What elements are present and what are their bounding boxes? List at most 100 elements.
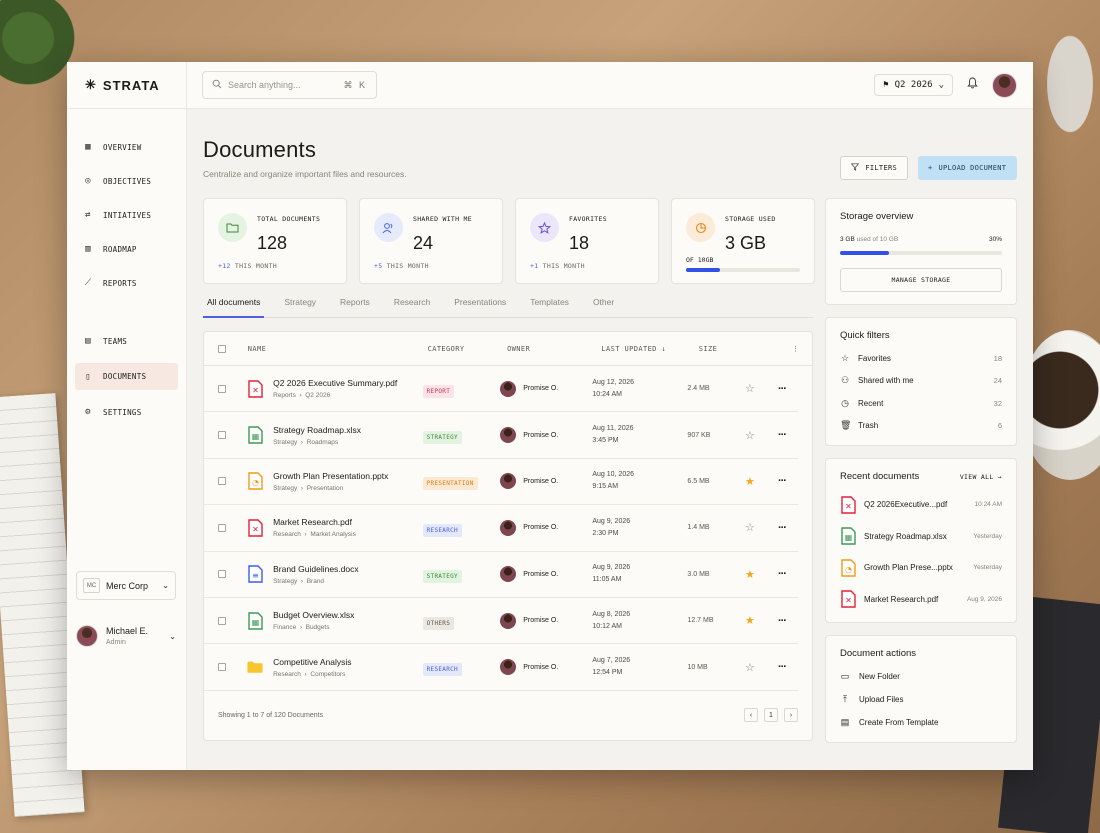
stat-card-total-documents[interactable]: TOTAL DOCUMENTS 128 +12 THIS MONTH <box>203 198 347 284</box>
file-name[interactable]: Market Research.pdf <box>273 517 356 527</box>
table-row[interactable]: ▦ Budget Overview.xlsx Finance › Budgets… <box>204 598 798 645</box>
action-create-from-template[interactable]: ▤ Create From Template <box>840 717 1002 728</box>
file-path-folder[interactable]: Research <box>273 531 301 538</box>
action-new-folder[interactable]: ▭ New Folder <box>840 671 1002 682</box>
prev-page-button[interactable]: ‹ <box>744 708 758 722</box>
more-options-icon[interactable]: ··· <box>778 429 787 441</box>
user-menu[interactable]: Michael E. Admin ⌄ <box>76 625 176 647</box>
table-row[interactable]: ≡ Brand Guidelines.docx Strategy › Brand… <box>204 552 798 598</box>
file-name[interactable]: Brand Guidelines.docx <box>273 564 359 574</box>
recent-document-item[interactable]: ✕ Q2 2026Executive...pdf 10:24 AM <box>840 495 1002 514</box>
filters-button[interactable]: FILTERS <box>840 156 908 180</box>
select-all-checkbox[interactable] <box>218 344 226 353</box>
file-path-folder[interactable]: Finance <box>273 624 296 631</box>
file-path-folder[interactable]: Strategy <box>273 439 297 446</box>
favorite-star-icon[interactable]: ★ <box>745 568 755 581</box>
sidebar-item-objectives[interactable]: ◎ OBJECTIVES <box>75 169 178 193</box>
kebab-menu-icon[interactable]: ⋮ <box>779 345 812 353</box>
file-path-subfolder[interactable]: Competitors <box>310 671 345 678</box>
table-row[interactable]: ✕ Market Research.pdf Research › Market … <box>204 505 798 552</box>
sidebar-item-reports[interactable]: ⟋ REPORTS <box>75 271 178 295</box>
more-options-icon[interactable]: ··· <box>778 568 787 580</box>
favorite-star-icon[interactable]: ☆ <box>745 429 755 442</box>
more-options-icon[interactable]: ··· <box>778 383 787 395</box>
row-checkbox[interactable] <box>218 477 226 486</box>
sidebar-item-settings[interactable]: ⚙ SETTINGS <box>75 400 178 424</box>
row-checkbox[interactable] <box>218 384 226 393</box>
file-name[interactable]: Strategy Roadmap.xlsx <box>273 425 361 435</box>
brand-logo[interactable]: ✳ STRATA <box>67 61 187 109</box>
row-checkbox[interactable] <box>218 663 226 672</box>
header-size[interactable]: SIZE <box>699 345 747 353</box>
recent-document-item[interactable]: ✕ Market Research.pdf Aug 9, 2026 <box>840 590 1002 608</box>
favorite-star-icon[interactable]: ☆ <box>745 382 755 395</box>
search-input[interactable]: Search anything... ⌘ K <box>202 71 377 99</box>
more-options-icon[interactable]: ··· <box>778 522 787 534</box>
tab-templates[interactable]: Templates <box>526 292 573 318</box>
sidebar-item-roadmap[interactable]: ▥ ROADMAP <box>75 237 178 261</box>
table-row[interactable]: ◔ Growth Plan Presentation.pptx Strategy… <box>204 459 798 506</box>
sidebar-item-documents[interactable]: ▯ DOCUMENTS <box>75 363 178 390</box>
org-switcher[interactable]: MC Merc Corp ⌄ <box>76 571 176 600</box>
file-name[interactable]: Growth Plan Presentation.pptx <box>273 471 388 481</box>
recent-document-item[interactable]: ◔ Growth Plan Prese...pptx Yesterday <box>840 558 1002 577</box>
file-path-subfolder[interactable]: Roadmaps <box>307 439 338 446</box>
table-row[interactable]: ▦ Strategy Roadmap.xlsx Strategy › Roadm… <box>204 412 798 459</box>
header-name[interactable]: NAME <box>248 345 428 353</box>
file-name[interactable]: Budget Overview.xlsx <box>273 610 354 620</box>
manage-storage-button[interactable]: MANAGE STORAGE <box>840 268 1002 292</box>
view-all-link[interactable]: VIEW ALL → <box>960 473 1002 481</box>
file-path-folder[interactable]: Reports <box>273 392 296 399</box>
more-options-icon[interactable]: ··· <box>778 475 787 487</box>
row-checkbox[interactable] <box>218 616 226 625</box>
tab-all-documents[interactable]: All documents <box>203 292 265 318</box>
next-page-button[interactable]: › <box>784 708 798 722</box>
stat-card-favorites[interactable]: FAVORITES 18 +1 THIS MONTH <box>515 198 659 284</box>
tab-reports[interactable]: Reports <box>336 292 374 318</box>
table-row[interactable]: ✕ Q2 2026 Executive Summary.pdf Reports … <box>204 366 798 413</box>
file-path-folder[interactable]: Research <box>273 671 301 678</box>
file-path-folder[interactable]: Strategy <box>273 485 297 492</box>
quick-filter-favorites[interactable]: ☆ Favorites 18 <box>840 353 1002 364</box>
sidebar-item-intiatives[interactable]: ⇄ INTIATIVES <box>75 203 178 227</box>
file-path-subfolder[interactable]: Market Analysis <box>310 531 356 538</box>
stat-card-storage-used[interactable]: STORAGE USED 3 GB OF 10GB <box>671 198 815 284</box>
file-name[interactable]: Q2 2026 Executive Summary.pdf <box>273 378 397 388</box>
quick-filter-trash[interactable]: 🗑 Trash 6 <box>840 420 1002 431</box>
favorite-star-icon[interactable]: ★ <box>745 475 755 488</box>
stat-card-shared-with-me[interactable]: SHARED WITH ME 24 +5 THIS MONTH <box>359 198 503 284</box>
quick-filter-recent[interactable]: ◷ Recent 32 <box>840 398 1002 409</box>
more-options-icon[interactable]: ··· <box>778 661 787 673</box>
file-path-subfolder[interactable]: Q2 2026 <box>305 392 330 399</box>
row-checkbox[interactable] <box>218 431 226 440</box>
favorite-star-icon[interactable]: ★ <box>745 614 755 627</box>
more-options-icon[interactable]: ··· <box>778 615 787 627</box>
user-avatar[interactable] <box>992 72 1017 98</box>
sidebar-item-teams[interactable]: ▤ TEAMS <box>75 329 178 353</box>
upload-document-button[interactable]: + UPLOAD DOCUMENT <box>918 156 1017 180</box>
favorite-star-icon[interactable]: ☆ <box>745 521 755 534</box>
tab-research[interactable]: Research <box>390 292 434 318</box>
row-checkbox[interactable] <box>218 523 226 532</box>
sidebar-item-overview[interactable]: ▦ OVERVIEW <box>75 135 178 159</box>
page-number-button[interactable]: 1 <box>764 708 778 722</box>
header-category[interactable]: CATEGORY <box>428 345 507 353</box>
tab-other[interactable]: Other <box>589 292 618 318</box>
header-owner[interactable]: OWNER <box>507 345 601 353</box>
tab-strategy[interactable]: Strategy <box>280 292 320 318</box>
file-path-subfolder[interactable]: Budgets <box>306 624 330 631</box>
action-upload-files[interactable]: ⤒ Upload Files <box>840 694 1002 705</box>
file-path-folder[interactable]: Strategy <box>273 578 297 585</box>
quick-filter-shared-with-me[interactable]: ⚇ Shared with me 24 <box>840 375 1002 386</box>
favorite-star-icon[interactable]: ☆ <box>745 661 755 674</box>
table-row[interactable]: Competitive Analysis Research › Competit… <box>204 644 798 691</box>
bell-icon[interactable] <box>967 76 978 94</box>
row-checkbox[interactable] <box>218 570 226 579</box>
file-name[interactable]: Competitive Analysis <box>273 657 351 667</box>
file-path-subfolder[interactable]: Presentation <box>307 485 344 492</box>
file-path-subfolder[interactable]: Brand <box>307 578 324 585</box>
header-last-updated[interactable]: LAST UPDATED ↓ <box>601 345 698 353</box>
recent-document-item[interactable]: ▦ Strategy Roadmap.xlsx Yesterday <box>840 527 1002 545</box>
tab-presentations[interactable]: Presentations <box>450 292 510 318</box>
period-selector[interactable]: ⚑ Q2 2026 ⌄ <box>874 74 953 96</box>
